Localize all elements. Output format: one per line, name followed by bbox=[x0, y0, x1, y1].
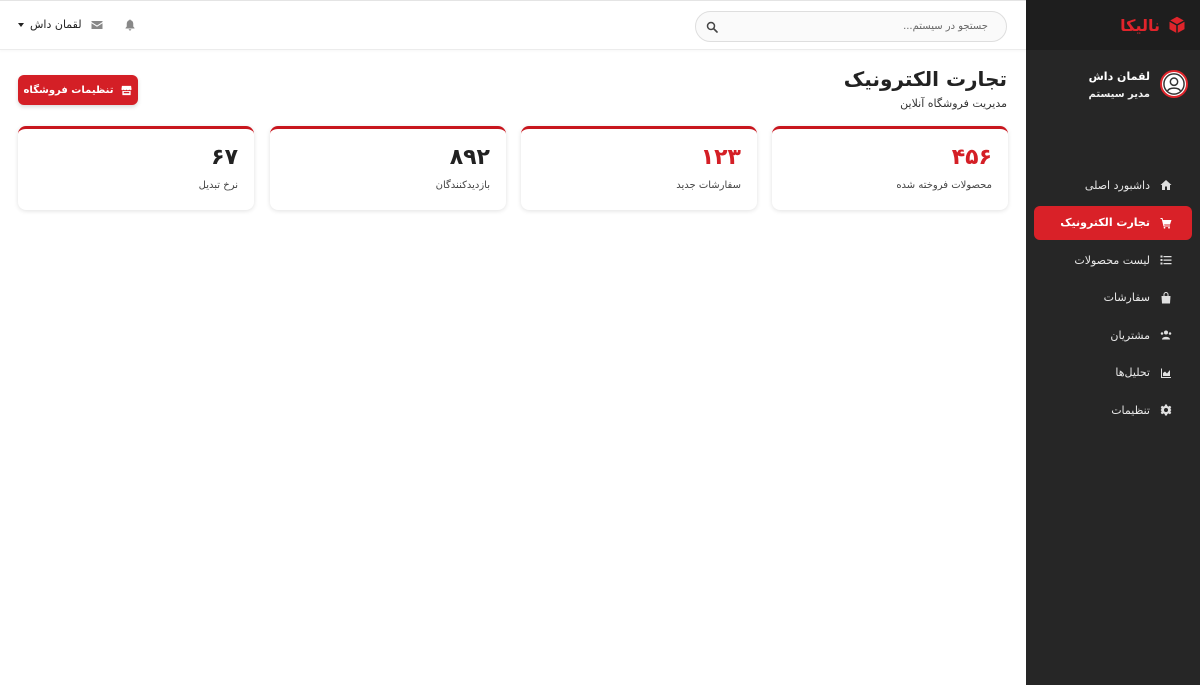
sidebar-item-products[interactable]: لیست محصولات bbox=[1034, 243, 1192, 277]
store-settings-label: تنظیمات فروشگاه bbox=[23, 84, 114, 96]
caret-down-icon bbox=[18, 22, 24, 27]
store-settings-button[interactable]: تنظیمات فروشگاه bbox=[18, 75, 138, 105]
user-circle-icon bbox=[1160, 70, 1188, 98]
stat-label: سفارشات جدید bbox=[676, 180, 741, 191]
stat-value: ۱۲۳ bbox=[700, 145, 741, 170]
sidebar-item-label: تنظیمات bbox=[1111, 403, 1150, 417]
user-name: لقمان داش bbox=[30, 18, 82, 31]
sidebar-item-label: تجارت الکترونیک bbox=[1060, 216, 1150, 229]
profile-role: مدیر سیستم bbox=[1088, 89, 1150, 100]
stat-card-products-sold: ۴۵۶ محصولات فروخته شده bbox=[772, 126, 1008, 210]
sidebar-item-label: سفارشات bbox=[1103, 291, 1150, 304]
page-subtitle: مدیریت فروشگاه آنلاین bbox=[900, 97, 1007, 110]
user-menu[interactable]: لقمان داش bbox=[18, 18, 82, 31]
top-header: لقمان داش bbox=[0, 0, 1026, 50]
sidebar-item-customers[interactable]: مشتریان bbox=[1034, 318, 1192, 352]
sidebar-nav: داشبورد اصلی تجارت الکترونیک لیست محصولا… bbox=[1026, 168, 1200, 427]
list-icon bbox=[1160, 255, 1172, 265]
users-icon bbox=[1160, 330, 1172, 340]
stat-card-new-orders: ۱۲۳ سفارشات جدید bbox=[521, 126, 757, 210]
search-box bbox=[695, 11, 1007, 42]
cube-icon bbox=[1169, 16, 1185, 34]
sidebar-item-label: تحلیل‌ها bbox=[1115, 366, 1150, 379]
brand-name: نالیکا bbox=[1120, 15, 1160, 35]
bell-icon[interactable] bbox=[124, 19, 136, 31]
sidebar-item-label: مشتریان bbox=[1110, 328, 1150, 342]
sidebar-item-label: داشبورد اصلی bbox=[1084, 178, 1150, 192]
store-icon bbox=[121, 85, 133, 95]
sidebar: نالیکا لقمان داش مدیر سیستم داشبورد اصلی… bbox=[1026, 0, 1200, 685]
sidebar-item-dashboard[interactable]: داشبورد اصلی bbox=[1034, 168, 1192, 202]
sidebar-item-label: لیست محصولات bbox=[1074, 253, 1150, 267]
chart-icon bbox=[1161, 368, 1171, 378]
sidebar-item-orders[interactable]: سفارشات bbox=[1034, 281, 1192, 315]
stat-label: نرخ تبدیل bbox=[198, 180, 238, 191]
stat-value: ۶۷ bbox=[211, 145, 238, 170]
search-icon[interactable] bbox=[706, 21, 718, 33]
page-title: تجارت الکترونیک bbox=[843, 67, 1007, 91]
stat-label: بازدیدکنندگان bbox=[435, 180, 490, 191]
shopping-bag-icon bbox=[1161, 291, 1171, 303]
envelope-icon[interactable] bbox=[91, 19, 103, 31]
home-icon bbox=[1160, 180, 1172, 190]
user-profile: لقمان داش مدیر سیستم bbox=[1026, 50, 1200, 150]
profile-name: لقمان داش bbox=[1088, 70, 1150, 83]
cart-icon bbox=[1160, 217, 1172, 229]
sidebar-item-ecommerce[interactable]: تجارت الکترونیک bbox=[1034, 205, 1192, 240]
gear-icon bbox=[1160, 404, 1172, 416]
sidebar-item-settings[interactable]: تنظیمات bbox=[1034, 393, 1192, 427]
stat-value: ۴۵۶ bbox=[951, 145, 992, 170]
stat-card-conversion-rate: ۶۷ نرخ تبدیل bbox=[18, 126, 254, 210]
stat-value: ۸۹۲ bbox=[449, 145, 490, 170]
stat-label: محصولات فروخته شده bbox=[896, 180, 992, 191]
sidebar-item-analytics[interactable]: تحلیل‌ها bbox=[1034, 356, 1192, 390]
search-input[interactable] bbox=[738, 21, 988, 32]
brand[interactable]: نالیکا bbox=[1026, 0, 1200, 50]
stat-card-visitors: ۸۹۲ بازدیدکنندگان bbox=[270, 126, 506, 210]
